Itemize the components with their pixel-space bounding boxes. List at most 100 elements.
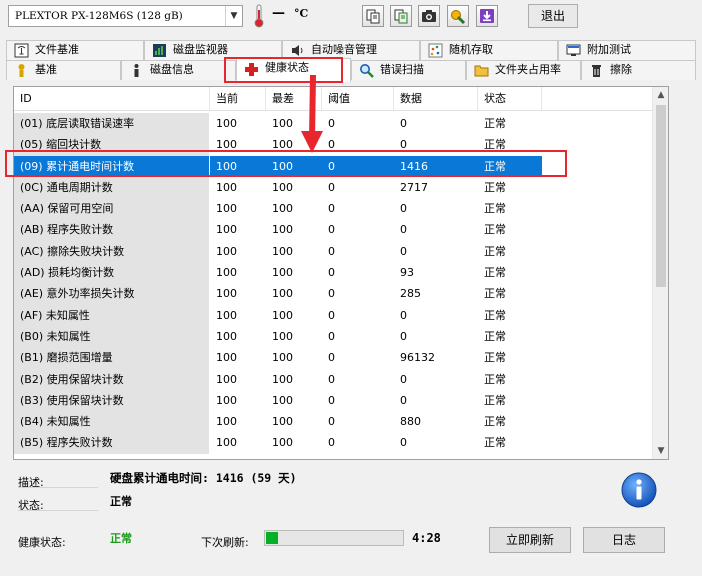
cell-blank — [542, 283, 654, 304]
divider — [18, 510, 98, 511]
red-arrow-icon — [301, 75, 323, 153]
cell-blank — [542, 198, 654, 219]
tab-error-scan[interactable]: 错误扫描 — [351, 60, 466, 80]
cell-threshold: 0 — [328, 202, 335, 216]
health-value: 正常 — [110, 532, 132, 545]
tab-folder-usage[interactable]: 文件夹占用率 — [466, 60, 581, 80]
column-header-threshold[interactable]: 阈值 — [322, 87, 394, 111]
table-row[interactable]: (AF) 未知属性 100 100 0 0 正常 — [14, 304, 654, 326]
tab-row-1: 文件基准 磁盘监视器 自动噪音管理 随机存取 附加测试 — [6, 40, 696, 60]
cell-data: 0 — [400, 329, 407, 343]
tab-erase[interactable]: 擦除 — [581, 60, 696, 80]
scrollbar-thumb[interactable] — [656, 105, 666, 287]
cell-data: 0 — [400, 223, 407, 237]
cell-current: 100 — [216, 351, 237, 365]
cell-data: 880 — [400, 415, 421, 429]
tab-label: 擦除 — [610, 63, 632, 76]
cell-current: 100 — [216, 202, 237, 216]
cell-data: 0 — [400, 308, 407, 322]
cell-threshold: 0 — [328, 287, 335, 301]
tab-file-benchmark[interactable]: 文件基准 — [6, 40, 144, 60]
disk-monitor-icon — [153, 44, 166, 57]
tab-label: 磁盘监视器 — [173, 43, 228, 56]
temperature-unit: °C — [294, 7, 309, 20]
screenshot-button[interactable] — [418, 5, 440, 27]
cell-current: 100 — [216, 415, 237, 429]
tab-label: 随机存取 — [449, 43, 493, 56]
cell-status: 正常 — [484, 372, 506, 386]
chevron-down-icon[interactable]: ▼ — [225, 6, 242, 26]
random-access-icon — [428, 43, 443, 58]
table-row[interactable]: (B2) 使用保留块计数 100 100 0 0 正常 — [14, 368, 654, 390]
cell-blank — [542, 432, 654, 453]
copy-icon — [366, 9, 380, 24]
drive-select[interactable]: PLEXTOR PX-128M6S (128 gB) ▼ — [8, 5, 243, 27]
file-benchmark-icon — [14, 43, 29, 58]
cell-worst: 100 — [272, 308, 293, 322]
cell-threshold: 0 — [328, 351, 335, 365]
cell-data: 96132 — [400, 351, 435, 365]
tab-label: 错误扫描 — [380, 63, 424, 76]
tab-label: 附加测试 — [587, 43, 631, 56]
copy-all-icon — [394, 9, 408, 24]
info-icon[interactable] — [620, 471, 658, 509]
tab-benchmark[interactable]: 基准 — [6, 60, 121, 80]
table-row[interactable]: (B5) 程序失败计数 100 100 0 0 正常 — [14, 432, 654, 454]
column-header-status[interactable]: 状态 — [478, 87, 542, 111]
table-row[interactable]: (AE) 意外功率损失计数 100 100 0 285 正常 — [14, 283, 654, 305]
table-row[interactable]: (B4) 未知属性 100 100 0 880 正常 — [14, 411, 654, 433]
column-header-current[interactable]: 当前 — [210, 87, 266, 111]
table-row[interactable]: (B1) 磨损范围增量 100 100 0 96132 正常 — [14, 347, 654, 369]
cell-blank — [542, 219, 654, 240]
tab-disk-info[interactable]: 磁盘信息 — [121, 60, 236, 80]
cell-worst: 100 — [272, 202, 293, 216]
table-row[interactable]: (B3) 使用保留块计数 100 100 0 0 正常 — [14, 389, 654, 412]
table-row[interactable]: (B0) 未知属性 100 100 0 0 正常 — [14, 325, 654, 348]
erase-icon — [592, 65, 601, 77]
cell-worst: 100 — [272, 287, 293, 301]
options-button[interactable] — [447, 5, 469, 27]
cell-id: (AA) 保留可用空间 — [14, 198, 210, 220]
log-button[interactable]: 日志 — [583, 527, 665, 553]
table-row[interactable]: (01) 底层读取错误速率 100 100 0 0 正常 — [14, 113, 654, 135]
column-header-id[interactable]: ID — [14, 87, 210, 111]
cell-blank — [542, 305, 654, 326]
cell-blank — [542, 262, 654, 283]
tab-random-access[interactable]: 随机存取 — [420, 40, 558, 60]
refresh-now-button[interactable]: 立即刷新 — [489, 527, 571, 553]
table-row[interactable]: (0C) 通电周期计数 100 100 0 2717 正常 — [14, 176, 654, 199]
copy-all-button[interactable] — [390, 5, 412, 27]
cell-threshold: 0 — [328, 436, 335, 450]
save-button[interactable] — [476, 5, 498, 27]
scroll-down-icon[interactable]: ▼ — [653, 443, 668, 459]
cell-threshold: 0 — [328, 117, 335, 130]
cell-threshold: 0 — [328, 415, 335, 429]
cell-worst: 100 — [272, 266, 293, 280]
table-row[interactable]: (AC) 擦除失败块计数 100 100 0 0 正常 — [14, 240, 654, 263]
table-row[interactable]: (AD) 损耗均衡计数 100 100 0 93 正常 — [14, 262, 654, 284]
cell-worst: 100 — [272, 329, 293, 343]
table-row[interactable]: (AB) 程序失败计数 100 100 0 0 正常 — [14, 219, 654, 241]
cell-id: (B4) 未知属性 — [14, 411, 210, 433]
cell-current: 100 — [216, 244, 237, 258]
table-row[interactable]: (AA) 保留可用空间 100 100 0 0 正常 — [14, 198, 654, 220]
cell-current: 100 — [216, 287, 237, 301]
column-header-blank — [542, 87, 654, 111]
cell-worst: 100 — [272, 223, 293, 237]
tab-extra-tests[interactable]: 附加测试 — [558, 40, 696, 60]
cell-id: (B5) 程序失败计数 — [14, 432, 210, 454]
vertical-scrollbar[interactable]: ▲ ▼ — [652, 87, 668, 459]
cell-current: 100 — [216, 266, 237, 280]
cell-current: 100 — [216, 180, 237, 194]
cell-current: 100 — [216, 117, 237, 130]
exit-button[interactable]: 退出 — [528, 4, 578, 28]
scroll-up-icon[interactable]: ▲ — [653, 87, 668, 103]
camera-icon — [422, 10, 436, 22]
copy-button[interactable] — [362, 5, 384, 27]
column-header-data[interactable]: 数据 — [394, 87, 478, 111]
cell-id: (B3) 使用保留块计数 — [14, 389, 210, 412]
cell-status: 正常 — [484, 351, 506, 365]
cell-status: 正常 — [484, 117, 506, 130]
cell-id: (B1) 磨损范围增量 — [14, 347, 210, 369]
tab-label: 磁盘信息 — [150, 63, 194, 76]
